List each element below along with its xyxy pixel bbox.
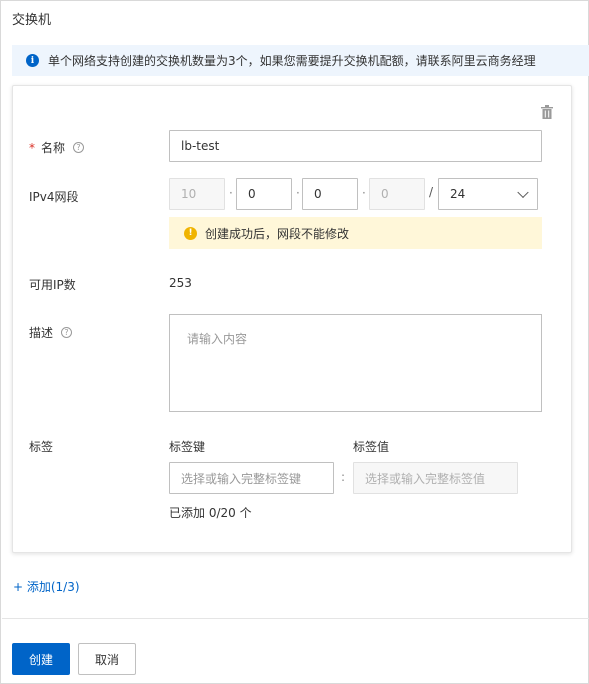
ipv4-label: IPv4网段: [29, 190, 79, 204]
tag-colon: :: [341, 470, 346, 484]
info-icon: i: [26, 54, 39, 67]
prefix-length-select[interactable]: 24: [438, 178, 538, 210]
tag-value-input: 选择或输入完整标签值: [353, 462, 518, 494]
ipv4-octet-3[interactable]: 0: [302, 178, 358, 210]
footer-divider: [2, 618, 589, 619]
page-title: 交换机: [12, 13, 52, 28]
description-label-text: 描述: [29, 326, 54, 340]
description-label: 描述 ?: [29, 324, 73, 341]
available-ip-label: 可用IP数: [29, 278, 76, 292]
switch-panel: 交换机 i 单个网络支持创建的交换机数量为3个，如果您需要提升交换机配额，请联系…: [0, 0, 589, 684]
required-mark: *: [29, 140, 35, 155]
prefix-slash: /: [429, 185, 434, 199]
description-textarea[interactable]: 请输入内容: [169, 314, 542, 412]
octet-separator: ·: [362, 186, 366, 200]
cidr-warning: ! 创建成功后，网段不能修改: [169, 217, 542, 249]
cancel-button[interactable]: 取消: [78, 643, 136, 675]
cidr-warning-text: 创建成功后，网段不能修改: [205, 226, 350, 241]
octet-separator: ·: [229, 186, 233, 200]
notice-text: 单个网络支持创建的交换机数量为3个，如果您需要提升交换机配额，请联系阿里云商务经…: [48, 54, 536, 68]
octet-separator: ·: [296, 186, 300, 200]
name-label: * 名称 ?: [29, 139, 85, 156]
create-button[interactable]: 创建: [12, 643, 70, 675]
tags-label: 标签: [29, 440, 54, 454]
info-notice: i 单个网络支持创建的交换机数量为3个，如果您需要提升交换机配额，请联系阿里云商…: [12, 45, 589, 76]
help-icon[interactable]: ?: [61, 327, 73, 338]
tag-key-input[interactable]: 选择或输入完整标签键: [169, 462, 334, 494]
ipv4-octet-1: 10: [169, 178, 225, 210]
help-icon[interactable]: ?: [73, 142, 85, 153]
tag-count: 已添加 0/20 个: [169, 506, 252, 520]
prefix-length-value: 24: [450, 187, 466, 201]
add-switch-link[interactable]: + 添加(1/3): [13, 578, 80, 595]
trash-icon[interactable]: [541, 105, 553, 119]
tag-key-header: 标签键: [169, 440, 206, 454]
available-ip-value: 253: [169, 276, 192, 290]
ipv4-octet-2[interactable]: 0: [236, 178, 292, 210]
name-label-text: 名称: [41, 141, 66, 155]
tag-value-header: 标签值: [353, 440, 390, 454]
warning-icon: !: [184, 226, 197, 240]
ipv4-octet-4: 0: [369, 178, 425, 210]
chevron-down-icon: [517, 186, 529, 199]
name-input[interactable]: lb-test: [169, 130, 542, 162]
